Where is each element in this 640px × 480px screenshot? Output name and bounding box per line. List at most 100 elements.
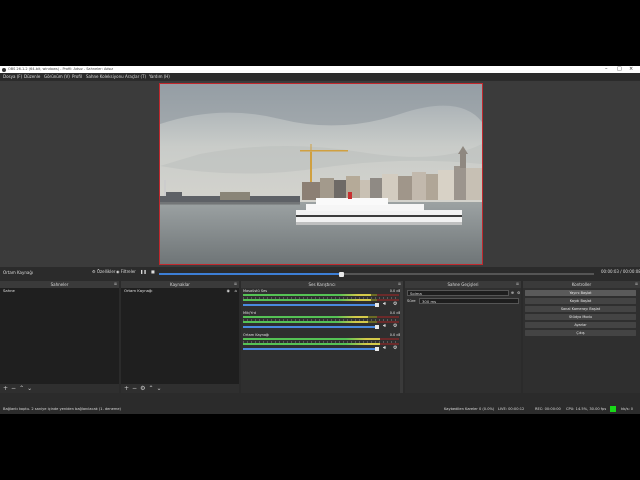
sources-list: Ortam Kaynağı ◉ ⌂ [121,288,239,384]
minimize-icon[interactable]: – [605,66,608,73]
mixer-channel: Ortam Kaynağı 0.0 dB 🔊︎ ⚙ [243,333,403,355]
rec-time: REC: 00:00:00 [535,407,561,411]
menu-edit[interactable]: Düzenle [24,73,40,81]
mixer-channel: Masaüstü Ses 0.0 dB 🔊︎ ⚙ [243,289,403,311]
connection-status-indicator [610,406,616,412]
obs-window: OBS 26.1.2 (64-bit, windows) - Profil: A… [0,66,640,414]
volume-fader[interactable] [243,302,379,307]
live-time: LIVE: 00:00:12 [498,407,525,411]
speaker-icon[interactable]: 🔊︎ [383,301,386,307]
dock-close-icon[interactable]: ⊠ [114,281,117,288]
media-source-label: Ortam Kaynağı [3,270,33,275]
fader-handle[interactable] [375,302,379,307]
scenes-toolbar: + − ⌃ ⌄ [0,384,119,393]
studio-mode-button[interactable]: Stüdyo Modu [525,314,636,320]
move-down-icon[interactable]: ⌄ [27,385,32,392]
menu-help[interactable]: Yardım (H) [149,73,170,81]
lock-icon[interactable]: ⌂ [235,288,237,294]
menu-scene-collection[interactable]: Sahne Koleksiyonu [86,73,124,81]
fader-handle[interactable] [375,324,379,329]
title-bar: OBS 26.1.2 (64-bit, windows) - Profil: A… [0,66,640,73]
volume-meter [243,321,399,323]
maximize-icon[interactable]: □ [617,66,622,73]
window-title: OBS 26.1.2 (64-bit, windows) - Profil: A… [8,67,114,71]
stop-button[interactable]: ■ [151,268,155,276]
source-item[interactable]: Ortam Kaynağı ◉ ⌂ [121,288,239,294]
channel-name: Ortam Kaynağı [243,333,270,337]
media-seek-slider[interactable] [159,271,594,277]
menu-tools[interactable]: Araçlar (T) [125,73,146,81]
remove-scene-icon[interactable]: − [11,385,16,392]
transition-row: Solma ⊕ ⚙ [407,290,520,296]
exit-button[interactable]: Çıkış [525,330,636,336]
properties-gear-icon[interactable]: ⚙ [140,385,145,392]
move-up-icon[interactable]: ⌃ [19,385,24,392]
menu-view[interactable]: Görünüm (V) [44,73,70,81]
volume-meter [243,343,399,345]
close-icon[interactable]: × [629,66,633,73]
cpu-fps: CPU: 14.5%, 30.00 fps [566,407,607,411]
add-transition-icon[interactable]: ⊕ [511,290,514,296]
scenes-list: Sahne [0,288,119,384]
transition-select[interactable]: Solma [407,290,509,296]
scene-item[interactable]: Sahne [0,288,119,294]
sources-toolbar: + − ⚙ ⌃ ⌄ [121,384,239,393]
remove-source-icon[interactable]: − [132,385,137,392]
move-down-icon[interactable]: ⌄ [156,385,161,392]
gear-icon[interactable]: ⚙ [517,290,520,296]
start-streaming-button[interactable]: Yayını Başlat [525,290,636,296]
dock-close-icon[interactable]: ⊠ [516,281,519,288]
volume-meter [243,338,399,340]
mixer-channel: Mik/Yrd 0.0 dB 🔊︎ ⚙ [243,311,403,333]
source-properties-button[interactable]: ⚙ Özellikler [92,268,115,276]
volume-meter [243,299,399,301]
gear-icon[interactable]: ⚙ [393,345,397,351]
scenes-dock: Sahneler ⊠ Sahne + − ⌃ ⌄ [0,281,119,393]
start-virtual-camera-button[interactable]: Sanal Kamerayı Başlat [525,306,636,312]
obs-app-icon [2,67,6,72]
media-time: 00:00:03 / 00:00:08 [601,269,640,274]
eye-icon[interactable]: ◉ [227,288,230,294]
controls-dock: Kontroller ⊠ Yayını Başlat Kaydı Başlat S… [523,281,640,393]
sources-dock: Kaynaklar ⊠ Ortam Kaynağı ◉ ⌂ + − ⚙ ⌃ ⌄ [121,281,239,393]
fader-handle[interactable] [375,346,379,351]
volume-meter [243,316,399,318]
status-bar: Bağlantı koptu. 2 saniye içinde yeniden … [0,404,640,414]
speaker-icon[interactable]: 🔊︎ [383,345,386,351]
controls-dock-title: Kontroller ⊠ [523,281,640,288]
scenes-dock-title: Sahneler ⊠ [0,281,119,288]
seek-progress [159,273,342,275]
mixer-dock-title: Ses Karıştırıcı ⊠ [241,281,403,288]
settings-button[interactable]: Ayarlar [525,322,636,328]
volume-fader[interactable] [243,324,379,329]
pause-button[interactable]: ❚❚ [140,268,147,276]
sources-dock-title: Kaynaklar ⊠ [121,281,239,288]
transitions-dock-title: Sahne Geçişleri ⊠ [405,281,521,288]
duration-input[interactable]: 300 ms [419,298,519,304]
gear-icon[interactable]: ⚙ [393,323,397,329]
scene-transitions-dock: Sahne Geçişleri ⊠ Solma ⊕ ⚙ Süre 300 ms [405,281,521,393]
move-up-icon[interactable]: ⌃ [148,385,153,392]
dock-close-icon[interactable]: ⊠ [234,281,237,288]
dropped-frames: Kaybedilen Kareler 0 (0.0%) [444,407,495,411]
preview-canvas[interactable] [159,83,483,265]
add-scene-icon[interactable]: + [3,385,8,392]
preview-area [0,81,640,267]
menu-profile[interactable]: Profil [72,73,82,81]
harbor-scene-image [160,84,482,264]
dock-close-icon[interactable]: ⊠ [398,281,401,288]
seek-handle[interactable] [339,271,345,277]
channel-name: Masaüstü Ses [243,289,268,293]
duration-label: Süre [407,298,416,303]
bitrate: kb/s: 0 [621,407,634,411]
mixer-scrollbar[interactable] [400,288,403,393]
menu-bar: Dosya (F) Düzenle Görünüm (V) Profil Sah… [0,73,640,81]
gear-icon[interactable]: ⚙ [393,301,397,307]
dock-close-icon[interactable]: ⊠ [635,281,638,288]
add-source-icon[interactable]: + [124,385,129,392]
menu-file[interactable]: Dosya (F) [3,73,22,81]
volume-fader[interactable] [243,346,379,351]
speaker-icon[interactable]: 🔊︎ [383,323,386,329]
source-filters-button[interactable]: ◉ Filtreler [116,268,136,276]
start-recording-button[interactable]: Kaydı Başlat [525,298,636,304]
